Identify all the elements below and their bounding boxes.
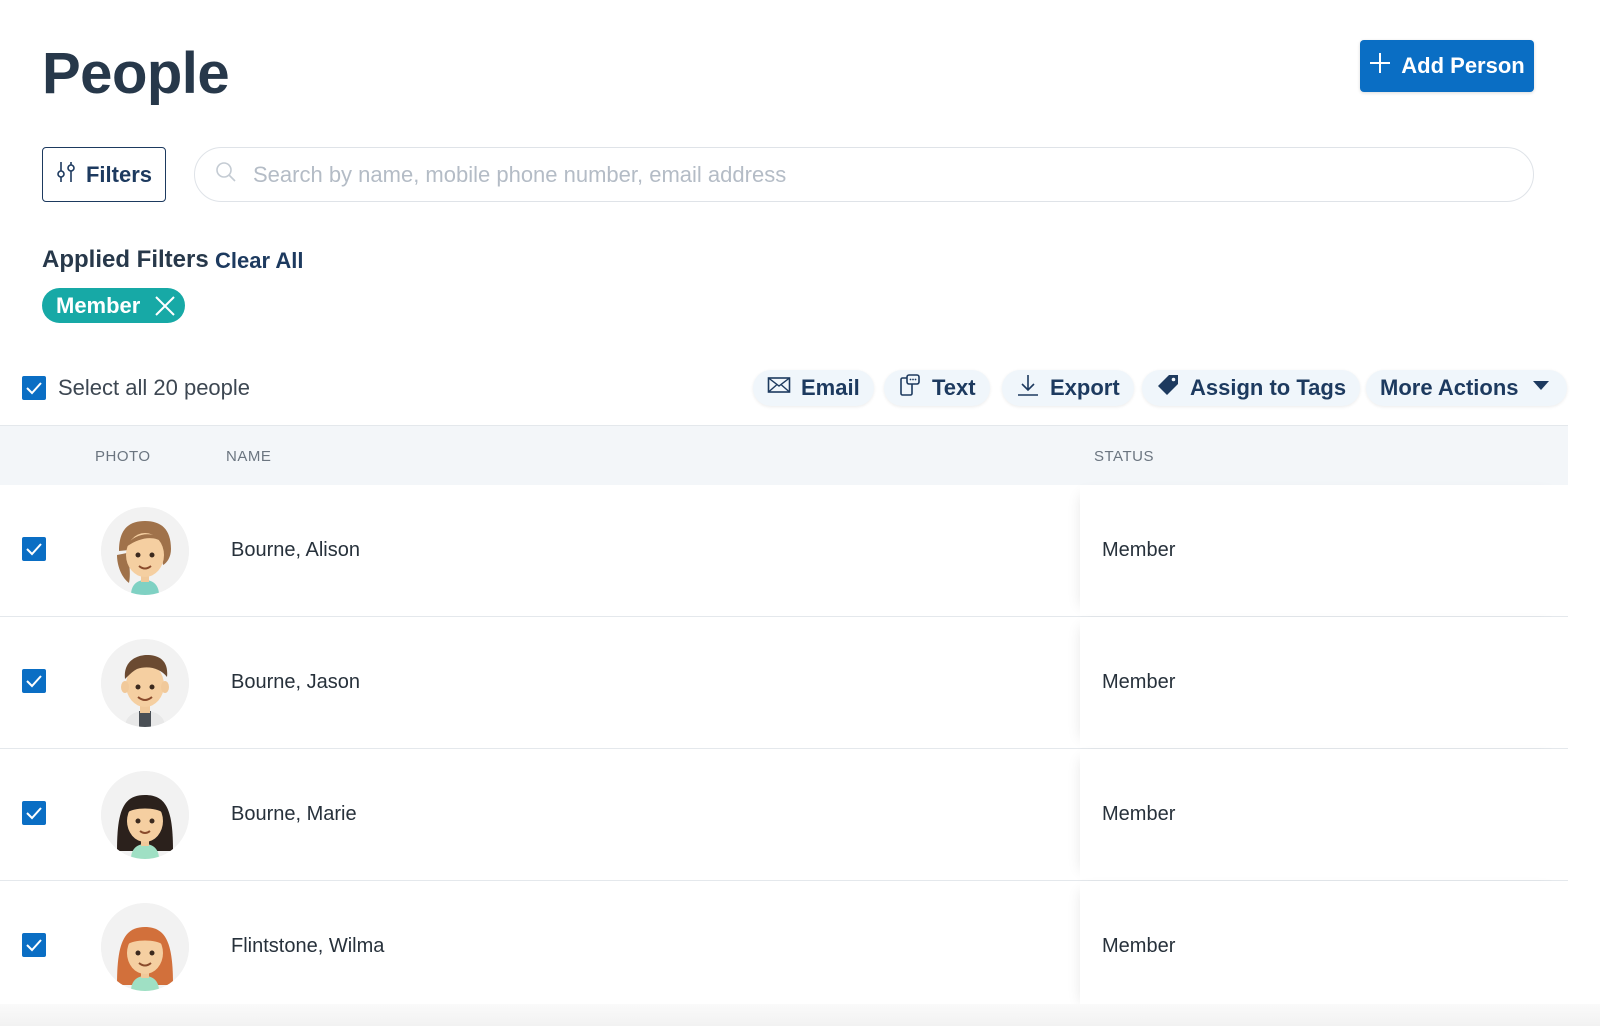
add-person-label: Add Person — [1401, 53, 1525, 78]
export-label: Export — [1050, 375, 1120, 400]
name-column-header[interactable]: NAME — [226, 448, 271, 465]
avatar — [101, 903, 189, 991]
status-cell: Member — [1080, 881, 1568, 1012]
email-label: Email — [801, 375, 860, 400]
status-cell: Member — [1080, 617, 1568, 748]
assign-tags-button[interactable]: Assign to Tags — [1142, 370, 1361, 406]
person-status: Member — [1102, 935, 1176, 957]
status-column-header[interactable]: STATUS — [1094, 448, 1154, 465]
search-box — [194, 147, 1534, 202]
row-checkbox[interactable] — [22, 537, 46, 561]
search-input[interactable] — [253, 161, 1453, 188]
text-label: Text — [932, 375, 976, 400]
person-status: Member — [1102, 803, 1176, 825]
status-cell: Member — [1080, 749, 1568, 880]
page-title: People — [42, 41, 230, 106]
person-name[interactable]: Bourne, Alison — [231, 539, 360, 562]
more-actions-button[interactable]: More Actions — [1366, 370, 1567, 406]
filters-label: Filters — [85, 161, 153, 187]
download-icon — [1016, 373, 1040, 403]
status-cell: Member — [1080, 485, 1568, 616]
table-row[interactable]: Flintstone, Wilma Member — [0, 881, 1568, 1013]
person-status: Member — [1102, 539, 1176, 561]
avatar — [101, 771, 189, 859]
table-row[interactable]: Bourne, Alison Member — [0, 485, 1568, 617]
page-edge — [1568, 425, 1600, 1026]
person-name[interactable]: Flintstone, Wilma — [231, 935, 384, 958]
filters-button[interactable]: Filters — [42, 147, 166, 202]
filter-chip-label: Member — [56, 292, 141, 318]
table-row[interactable]: Bourne, Marie Member — [0, 749, 1568, 881]
add-person-button[interactable]: Add Person — [1360, 40, 1534, 92]
clear-all-link[interactable]: Clear All — [215, 248, 303, 274]
envelope-icon — [767, 373, 791, 403]
text-button[interactable]: Text — [884, 370, 990, 406]
sliders-icon — [56, 161, 76, 189]
caret-down-icon — [1529, 373, 1553, 403]
plus-icon — [1369, 52, 1391, 80]
row-checkbox[interactable] — [22, 801, 46, 825]
bottom-edge — [0, 1004, 1600, 1026]
email-button[interactable]: Email — [753, 370, 874, 406]
select-all-label: Select all 20 people — [58, 375, 251, 400]
person-name[interactable]: Bourne, Jason — [231, 671, 360, 694]
assign-tags-label: Assign to Tags — [1190, 375, 1347, 400]
row-checkbox[interactable] — [22, 933, 46, 957]
row-checkbox[interactable] — [22, 669, 46, 693]
table-row[interactable]: Bourne, Jason Member — [0, 617, 1568, 749]
avatar — [101, 507, 189, 595]
remove-filter-icon[interactable] — [152, 293, 178, 319]
photo-column-header: PHOTO — [95, 448, 151, 465]
table-header: PHOTO NAME STATUS — [0, 425, 1568, 485]
select-all-checkbox[interactable] — [22, 376, 46, 400]
person-status: Member — [1102, 671, 1176, 693]
more-actions-label: More Actions — [1380, 375, 1519, 400]
filter-chip-member: Member — [42, 288, 185, 323]
export-button[interactable]: Export — [1002, 370, 1134, 406]
applied-filters-heading: Applied Filters — [42, 246, 209, 273]
people-page: People Add Person Filters Applied Filter… — [0, 0, 1600, 1026]
avatar — [101, 639, 189, 727]
tag-icon — [1156, 373, 1180, 403]
mobile-message-icon — [898, 373, 922, 403]
search-icon — [215, 161, 237, 188]
select-all: Select all 20 people — [22, 375, 250, 401]
person-name[interactable]: Bourne, Marie — [231, 803, 357, 826]
